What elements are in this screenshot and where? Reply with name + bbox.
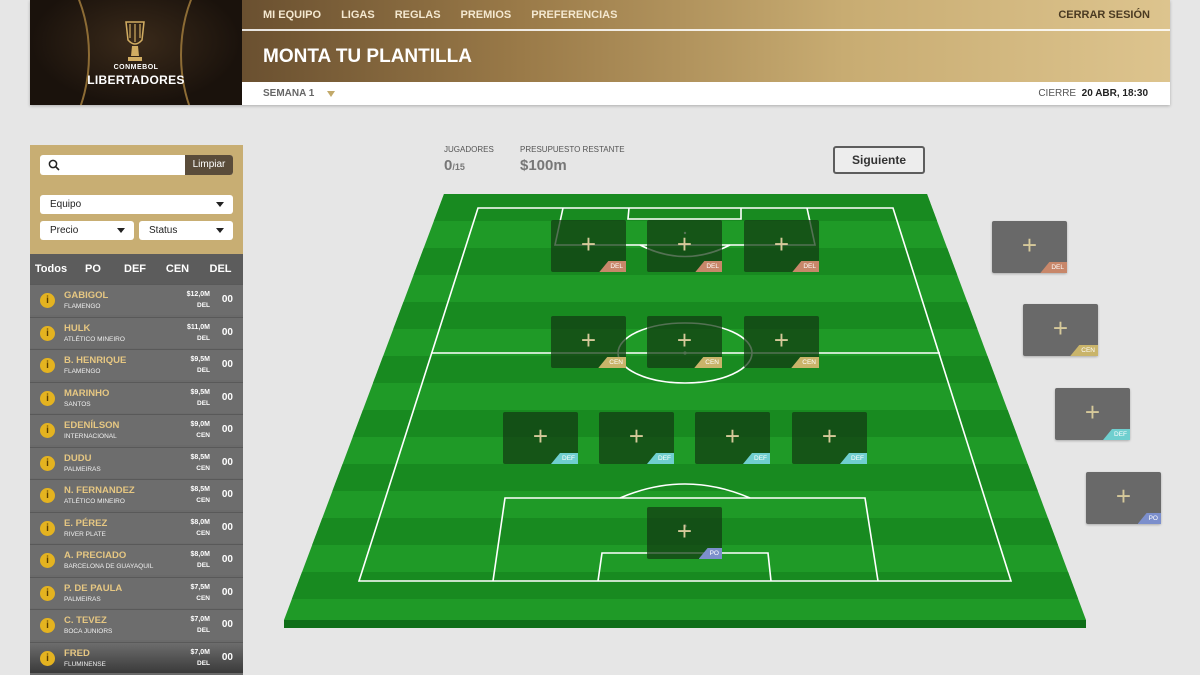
pitch-slot-cen[interactable]: + CEN (647, 316, 722, 368)
position-badge: DEF (840, 453, 867, 464)
plus-icon: + (773, 325, 790, 355)
pitch-slot-def[interactable]: + DEF (599, 412, 674, 464)
position-badge: DEF (1103, 429, 1130, 440)
position-badge: CEN (791, 357, 819, 368)
pitch-slot-del[interactable]: + DEL (647, 220, 722, 272)
plus-icon: + (676, 516, 693, 546)
bench-slot-cen[interactable]: + CEN (1023, 304, 1098, 356)
bench-slot-po[interactable]: + PO (1086, 472, 1161, 524)
pitch-slot-del[interactable]: + DEL (744, 220, 819, 272)
plus-icon: + (628, 421, 645, 451)
position-badge: DEL (1040, 262, 1067, 273)
position-badge: DEF (551, 453, 578, 464)
position-badge: DEL (695, 261, 722, 272)
plus-icon: + (821, 421, 838, 451)
position-badge: DEL (792, 261, 819, 272)
plus-icon: + (580, 325, 597, 355)
plus-icon: + (580, 229, 597, 259)
pitch-edge (284, 620, 1086, 628)
plus-icon: + (724, 421, 741, 451)
plus-icon: + (1084, 397, 1101, 427)
position-badge: DEF (647, 453, 674, 464)
pitch-slot-cen[interactable]: + CEN (551, 316, 626, 368)
pitch-stripe (284, 572, 1086, 599)
position-badge: CEN (1070, 345, 1098, 356)
plus-icon: + (676, 325, 693, 355)
pitch-stripe (284, 410, 1086, 437)
bench-slot-def[interactable]: + DEF (1055, 388, 1130, 440)
pitch-slot-def[interactable]: + DEF (792, 412, 867, 464)
plus-icon: + (1052, 313, 1069, 343)
plus-icon: + (676, 229, 693, 259)
pitch-slot-def[interactable]: + DEF (695, 412, 770, 464)
plus-icon: + (1021, 230, 1038, 260)
position-badge: CEN (598, 357, 626, 368)
position-badge: DEF (743, 453, 770, 464)
position-badge: DEL (599, 261, 626, 272)
plus-icon: + (1115, 481, 1132, 511)
pitch-slot-del[interactable]: + DEL (551, 220, 626, 272)
pitch-slot-def[interactable]: + DEF (503, 412, 578, 464)
plus-icon: + (773, 229, 790, 259)
pitch-slot-cen[interactable]: + CEN (744, 316, 819, 368)
pitch-slot-po[interactable]: + PO (647, 507, 722, 559)
position-badge: PO (1137, 513, 1161, 524)
position-badge: PO (698, 548, 722, 559)
pitch-stripe (284, 464, 1086, 491)
bench-slot-del[interactable]: + DEL (992, 221, 1067, 273)
position-badge: CEN (694, 357, 722, 368)
plus-icon: + (532, 421, 549, 451)
